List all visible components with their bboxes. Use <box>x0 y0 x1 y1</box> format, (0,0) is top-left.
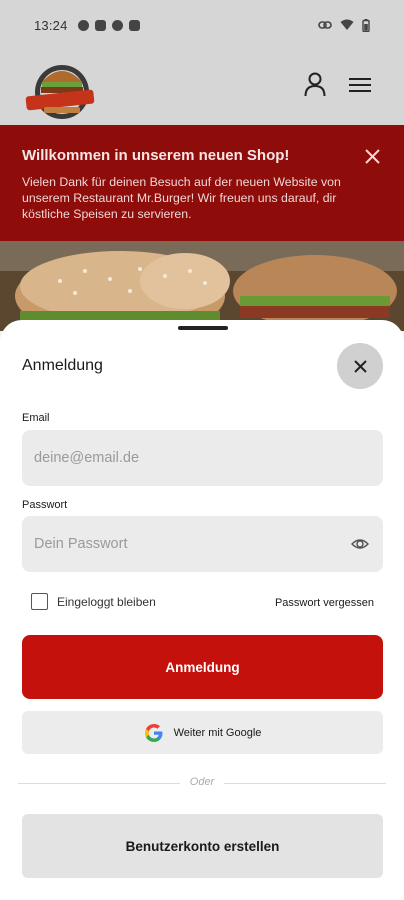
google-icon <box>144 723 163 742</box>
password-placeholder: Dein Passwort <box>34 536 128 552</box>
password-field[interactable]: Dein Passwort <box>22 516 383 572</box>
eye-icon[interactable] <box>351 535 369 553</box>
notification-icon <box>77 19 89 31</box>
google-login-button[interactable]: Weiter mit Google <box>22 711 383 754</box>
remember-label: Eingeloggt bleiben <box>57 594 156 609</box>
login-button[interactable]: Anmeldung <box>22 635 383 699</box>
remember-me[interactable]: Eingeloggt bleiben <box>31 593 156 610</box>
forgot-password-link[interactable]: Passwort vergessen <box>275 597 374 609</box>
divider-label: Oder <box>189 776 215 788</box>
wifi-icon <box>340 19 354 30</box>
email-placeholder: deine@email.de <box>34 450 140 466</box>
status-notification-icons <box>77 19 140 31</box>
google-login-label: Weiter mit Google <box>173 726 262 739</box>
burger-image <box>0 241 404 331</box>
remember-checkbox[interactable] <box>31 593 48 610</box>
close-icon <box>353 359 367 373</box>
login-title: Anmeldung <box>22 357 103 374</box>
status-system-icons <box>318 18 370 32</box>
status-time: 13:24 <box>34 17 68 33</box>
create-account-button[interactable]: Benutzerkonto erstellen <box>22 814 383 878</box>
notification-icon <box>111 19 123 31</box>
banner-text: Vielen Dank für deinen Besuch auf der ne… <box>22 175 341 221</box>
battery-icon <box>362 18 370 32</box>
login-sheet: Anmeldung Email deine@email.de Passwort … <box>0 320 404 900</box>
close-icon[interactable] <box>365 149 380 164</box>
notification-icon <box>94 19 106 31</box>
android-icon <box>128 19 140 31</box>
status-bar: 13:24 <box>0 0 404 50</box>
drag-handle[interactable] <box>178 326 228 330</box>
hero-image <box>0 241 404 331</box>
welcome-banner: Willkommen in unserem neuen Shop! Vielen… <box>0 125 404 241</box>
mr-burger-logo[interactable] <box>22 56 98 120</box>
account-icon[interactable] <box>304 72 326 98</box>
banner-title: Willkommen in unserem neuen Shop! <box>22 147 290 164</box>
password-label: Passwort <box>22 499 68 511</box>
menu-icon[interactable] <box>349 76 371 94</box>
app-header <box>0 50 404 125</box>
email-label: Email <box>22 412 50 424</box>
link-icon <box>318 21 332 29</box>
close-button[interactable] <box>337 343 383 389</box>
email-field[interactable]: deine@email.de <box>22 430 383 486</box>
